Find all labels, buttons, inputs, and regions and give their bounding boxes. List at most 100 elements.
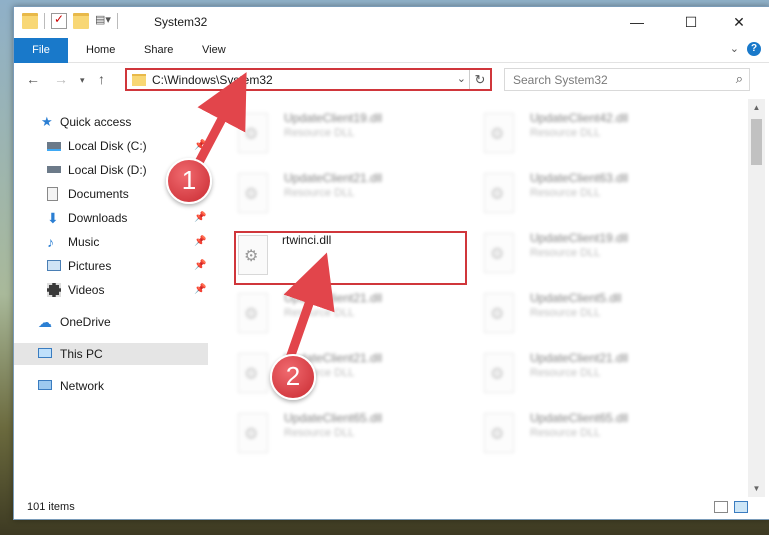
file-name: UpdateClient63.dll xyxy=(530,171,629,185)
file-item[interactable]: UpdateClient5.dll Resource DLL xyxy=(484,291,719,345)
back-button[interactable]: ← xyxy=(26,71,40,87)
file-item[interactable]: UpdateClient19.dll Resource DLL xyxy=(238,111,473,165)
folder-icon[interactable] xyxy=(22,13,38,29)
item-count: 101 items xyxy=(27,501,75,513)
details-view-icon[interactable] xyxy=(714,501,728,513)
nav-this-pc[interactable]: This PC xyxy=(14,343,208,365)
file-type: Resource DLL xyxy=(284,127,355,139)
dll-file-icon xyxy=(484,233,514,273)
pin-icon[interactable]: 📌 xyxy=(194,207,206,229)
nav-label: Local Disk (D:) xyxy=(68,163,147,177)
pin-icon[interactable]: 📌 xyxy=(194,255,206,277)
scroll-thumb[interactable] xyxy=(751,119,762,165)
file-item[interactable]: UpdateClient63.dll Resource DLL xyxy=(484,171,719,225)
address-bar[interactable]: C:\Windows\System32 ⌄ ↻ xyxy=(125,68,492,91)
search-icon[interactable]: ⌕ xyxy=(736,71,743,87)
file-name: UpdateClient65.dll xyxy=(284,411,383,425)
dll-file-icon xyxy=(484,293,514,333)
nav-downloads[interactable]: ⬇ Downloads 📌 xyxy=(14,207,208,229)
drive-icon xyxy=(47,142,61,151)
nav-label: This PC xyxy=(60,347,103,361)
file-name: UpdateClient42.dll xyxy=(530,111,629,125)
navigation-bar: ← → ▾ ↑ C:\Windows\System32 ⌄ ↻ Search S… xyxy=(14,63,769,97)
ribbon-tabs: File Home Share View ⌄ ? xyxy=(14,38,769,92)
documents-icon xyxy=(47,187,58,201)
customize-toolbar-icon[interactable]: ▤▾ xyxy=(95,13,111,29)
file-item[interactable]: UpdateClient21.dll Resource DLL xyxy=(484,351,719,405)
callout-badge-2: 2 xyxy=(270,354,316,400)
drive-icon xyxy=(47,166,61,173)
scroll-up-icon[interactable]: ▲ xyxy=(748,99,765,116)
nav-music[interactable]: ♪ Music 📌 xyxy=(14,231,208,253)
dll-file-icon xyxy=(484,413,514,453)
nav-label: Downloads xyxy=(68,211,128,225)
maximize-button[interactable]: ☐ xyxy=(668,7,714,37)
search-placeholder: Search System32 xyxy=(513,73,608,87)
tab-home[interactable]: Home xyxy=(74,38,127,62)
toolbar-separator xyxy=(117,13,118,29)
minimize-button[interactable]: — xyxy=(614,7,660,37)
file-type: Resource DLL xyxy=(530,247,601,259)
expand-ribbon-icon[interactable]: ⌄ xyxy=(730,42,739,55)
nav-label: Network xyxy=(60,379,105,393)
nav-pictures[interactable]: Pictures 📌 xyxy=(14,255,208,277)
pin-icon[interactable]: 📌 xyxy=(194,231,206,253)
dll-file-icon xyxy=(484,113,514,153)
status-bar: 101 items xyxy=(14,497,769,519)
tab-view[interactable]: View xyxy=(190,38,238,62)
nav-local-disk-c[interactable]: Local Disk (C:) 📌 xyxy=(14,135,208,157)
refresh-button[interactable]: ↻ xyxy=(469,70,490,89)
new-folder-icon[interactable] xyxy=(73,13,89,29)
chevron-down-icon[interactable]: ⌄ xyxy=(457,72,466,85)
file-item[interactable]: UpdateClient21.dll Resource DLL xyxy=(238,171,473,225)
dll-file-icon xyxy=(238,353,268,393)
file-type: Resource DLL xyxy=(284,307,355,319)
window-title: System32 xyxy=(154,15,208,29)
file-type: Resource DLL xyxy=(530,367,601,379)
file-name: UpdateClient21.dll xyxy=(530,351,629,365)
file-name: UpdateClient65.dll xyxy=(530,411,629,425)
address-path[interactable]: C:\Windows\System32 xyxy=(152,73,273,87)
nav-label: Pictures xyxy=(68,259,112,273)
close-button[interactable]: ✕ xyxy=(716,7,762,37)
file-type: Resource DLL xyxy=(284,187,355,199)
help-icon[interactable]: ? xyxy=(747,42,761,56)
scroll-down-icon[interactable]: ▼ xyxy=(748,480,765,497)
large-icons-view-icon[interactable] xyxy=(734,501,748,513)
nav-quick-access[interactable]: ★ Quick access xyxy=(14,111,208,133)
up-button[interactable]: ↑ xyxy=(98,71,105,87)
properties-icon[interactable] xyxy=(51,12,67,29)
nav-onedrive[interactable]: ☁ OneDrive xyxy=(14,311,208,333)
forward-button[interactable]: → xyxy=(54,71,68,87)
pin-icon[interactable]: 📌 xyxy=(194,135,206,157)
file-item[interactable]: UpdateClient65.dll Resource DLL xyxy=(238,411,473,465)
nav-videos[interactable]: Videos 📌 xyxy=(14,279,208,301)
file-item[interactable]: UpdateClient21.dll Resource DLL xyxy=(238,291,473,345)
tab-share[interactable]: Share xyxy=(132,38,185,62)
nav-label: Local Disk (C:) xyxy=(68,139,147,153)
file-name: UpdateClient19.dll xyxy=(284,111,383,125)
file-name: UpdateClient19.dll xyxy=(530,231,629,245)
file-name: UpdateClient21.dll xyxy=(284,291,383,305)
recent-locations-button[interactable]: ▾ xyxy=(80,75,85,86)
dll-file-icon xyxy=(484,353,514,393)
file-type: Resource DLL xyxy=(530,187,601,199)
nav-network[interactable]: Network xyxy=(14,375,208,397)
file-item[interactable]: UpdateClient42.dll Resource DLL xyxy=(484,111,719,165)
dll-file-icon xyxy=(238,113,268,153)
file-type: Resource DLL xyxy=(530,307,601,319)
file-type: Resource DLL xyxy=(284,427,355,439)
file-item[interactable]: UpdateClient65.dll Resource DLL xyxy=(484,411,719,465)
vertical-scrollbar[interactable]: ▲ ▼ xyxy=(748,99,765,497)
dll-file-icon xyxy=(238,413,268,453)
file-item[interactable]: UpdateClient19.dll Resource DLL xyxy=(484,231,719,285)
network-icon xyxy=(38,380,52,390)
cloud-icon: ☁ xyxy=(38,314,52,330)
file-type: Resource DLL xyxy=(530,127,601,139)
quick-access-toolbar: ▤▾ xyxy=(22,12,118,29)
highlight-box xyxy=(234,231,467,285)
nav-label: Quick access xyxy=(60,115,132,129)
pin-icon[interactable]: 📌 xyxy=(194,279,206,301)
search-box[interactable]: Search System32 ⌕ xyxy=(504,68,750,91)
nav-label: Music xyxy=(68,235,100,249)
